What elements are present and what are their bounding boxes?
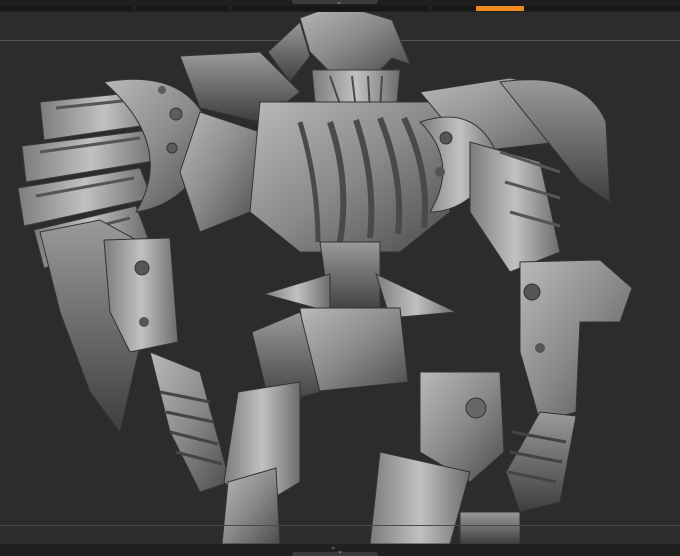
drag-handle-icon[interactable]: ⌃⌄: [330, 0, 342, 6]
left-arm: [39, 219, 231, 493]
right-arm: [505, 259, 633, 513]
bottom-shelf-bar: ⌃⌄: [0, 544, 680, 556]
timeline-track[interactable]: [0, 6, 680, 11]
pelvis-legs: [221, 307, 521, 545]
mech-sculpt-render: [17, 3, 633, 545]
right-wing: [419, 77, 611, 273]
top-shelf-bar: ⌃⌄: [0, 0, 680, 12]
progress-indicator[interactable]: [476, 6, 524, 11]
torso: [249, 101, 458, 319]
zbrush-viewport-window: ⌃⌄ ⌃⌄: [0, 0, 680, 556]
track-divider: [230, 6, 231, 11]
track-divider: [430, 6, 431, 11]
3d-model-canvas[interactable]: [0, 3, 680, 545]
viewport-bottom-guide: [0, 525, 680, 526]
track-divider: [134, 6, 135, 11]
drag-handle-icon[interactable]: ⌃⌄: [330, 546, 343, 555]
